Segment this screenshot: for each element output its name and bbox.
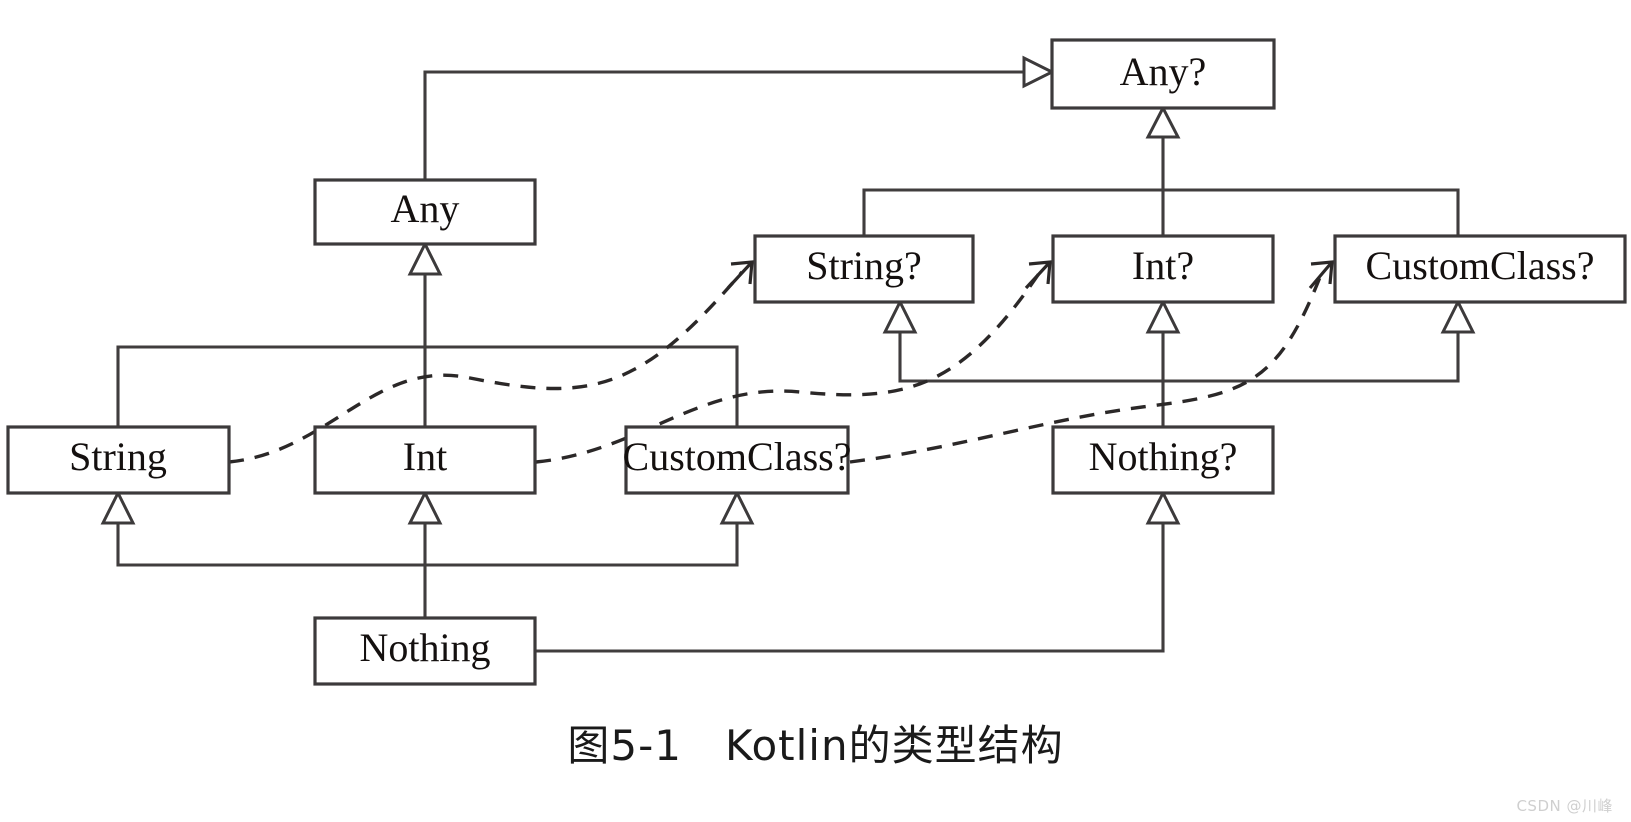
node-label-customclass: CustomClass? <box>623 434 852 479</box>
edge-nothing-to-nothing-nullable <box>535 489 1181 653</box>
nodes: Any? Any String? Int? CustomClass? Strin <box>6 38 1627 686</box>
node-any-nullable[interactable]: Any? <box>1050 38 1276 110</box>
node-label-nothing: Nothing <box>359 625 490 670</box>
node-label-int: Int <box>403 434 447 479</box>
node-int[interactable]: Int <box>313 425 537 495</box>
edge-nothing-nullable-to-nullables <box>882 298 1476 427</box>
node-label-customclass-nullable: CustomClass? <box>1366 243 1595 288</box>
node-label-nothing-nullable: Nothing? <box>1089 434 1238 479</box>
edge-nothing-to-concretes <box>100 489 755 618</box>
figure-root: Any? Any String? Int? CustomClass? Strin <box>0 0 1631 822</box>
figure-caption: 图5-1 Kotlin的类型结构 <box>567 721 1064 770</box>
csdn-watermark: CSDN @川峰 <box>1516 797 1613 815</box>
edge-any-to-any-nullable <box>423 55 1056 180</box>
node-label-string-nullable: String? <box>806 243 922 288</box>
edge-nullables-to-any-nullable <box>862 104 1460 236</box>
node-label-any-nullable: Any? <box>1120 49 1207 94</box>
node-customclass-nullable[interactable]: CustomClass? <box>1333 234 1627 304</box>
node-int-nullable[interactable]: Int? <box>1051 234 1275 304</box>
node-string-nullable[interactable]: String? <box>753 234 975 304</box>
generalization-edges <box>100 55 1476 653</box>
node-nothing-nullable[interactable]: Nothing? <box>1051 425 1275 495</box>
node-string[interactable]: String <box>6 425 231 495</box>
type-hierarchy-diagram: Any? Any String? Int? CustomClass? Strin <box>6 38 1627 686</box>
node-any[interactable]: Any <box>313 178 537 246</box>
node-nothing[interactable]: Nothing <box>313 616 537 686</box>
node-label-string: String <box>69 434 167 479</box>
node-label-int-nullable: Int? <box>1132 243 1194 288</box>
node-label-any: Any <box>391 186 460 231</box>
node-customclass[interactable]: CustomClass? <box>623 425 852 495</box>
edge-concrete-to-any <box>116 240 739 427</box>
